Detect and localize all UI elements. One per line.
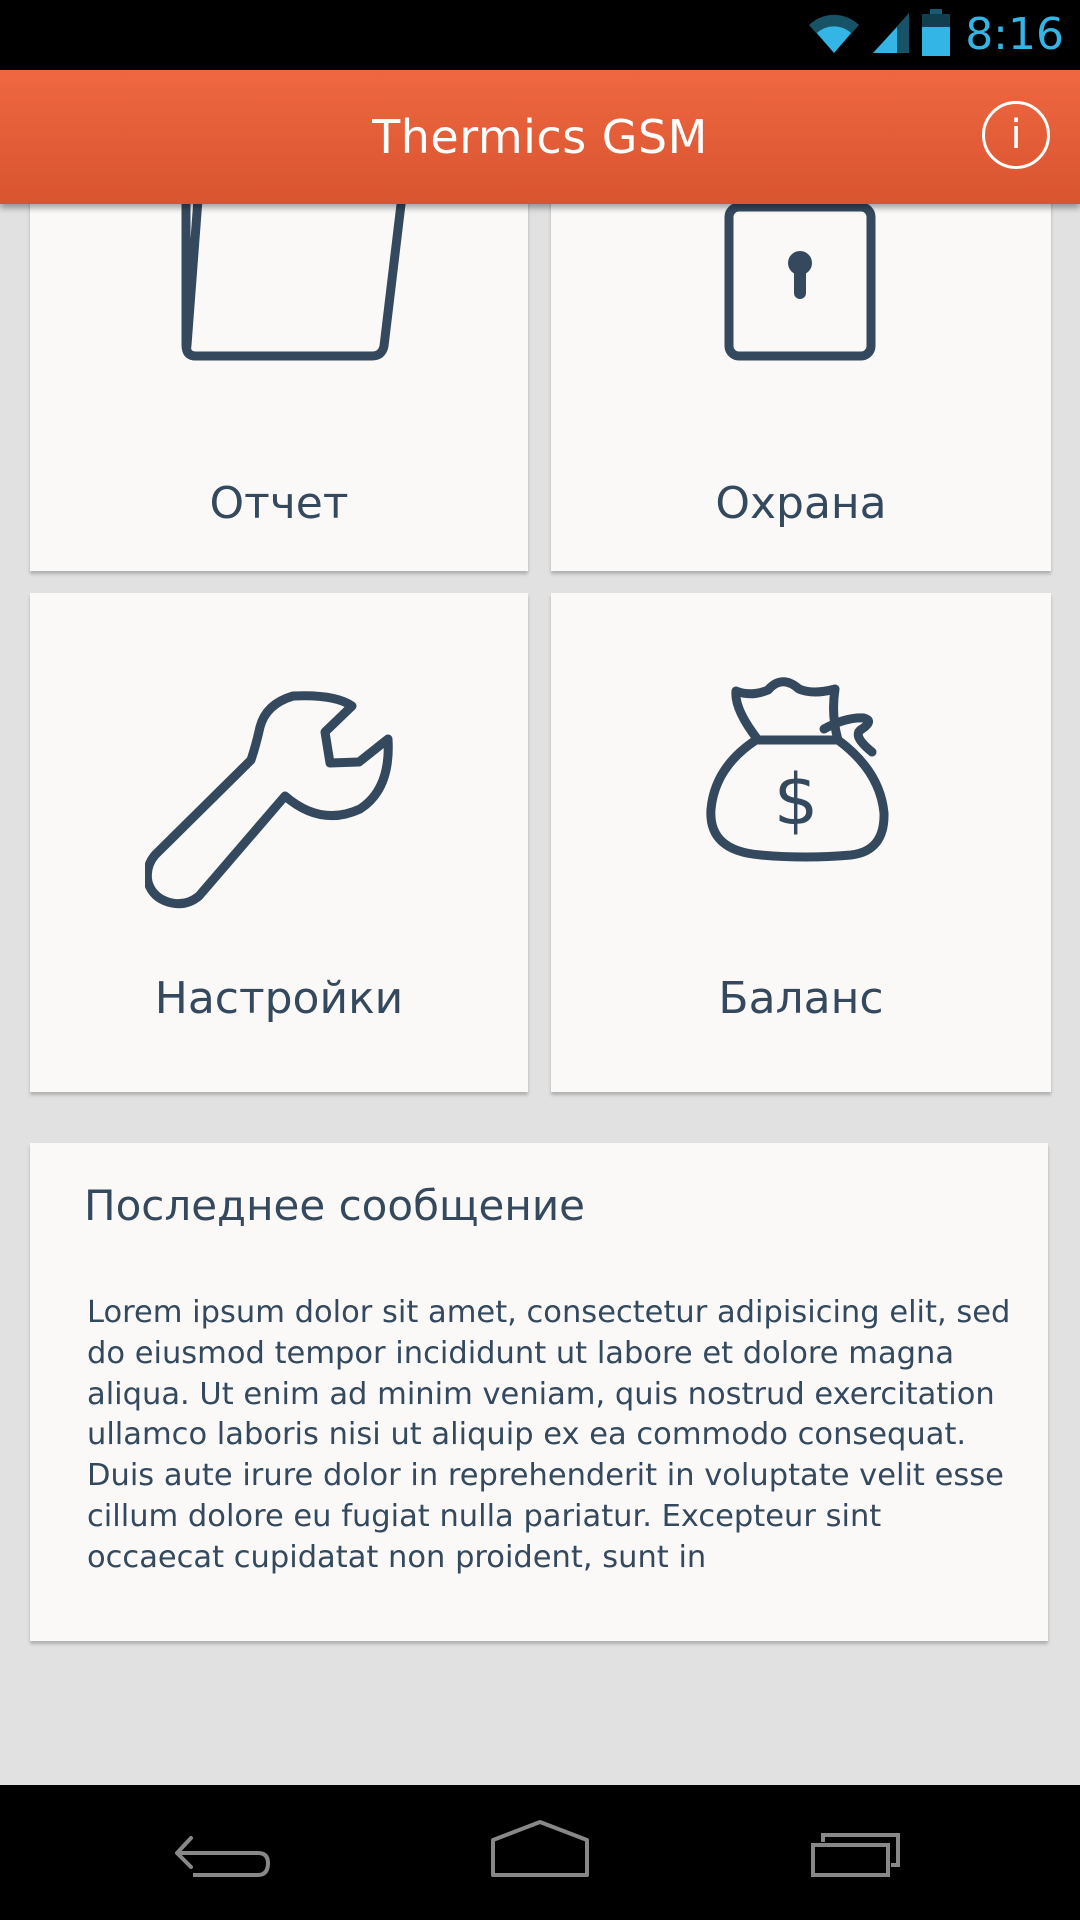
last-message-title: Последнее сообщение [84, 1181, 585, 1230]
dashboard-content[interactable]: Отчет Охрана Настройки $ Баланс Последне… [0, 70, 1080, 1785]
status-icons: 8:16 [807, 0, 1064, 70]
tile-settings[interactable]: Настройки [30, 593, 528, 1092]
last-message-card: Последнее сообщение Lorem ipsum dolor si… [30, 1143, 1048, 1641]
tile-label: Настройки [154, 973, 404, 1024]
app-title: Thermics GSM [372, 110, 708, 164]
wifi-icon [807, 11, 861, 60]
tile-label: Баланс [718, 973, 884, 1024]
navigation-bar [0, 1785, 1080, 1920]
status-bar: 8:16 [0, 0, 1080, 70]
back-button[interactable] [135, 1785, 315, 1920]
tile-label: Охрана [715, 478, 887, 529]
status-clock: 8:16 [965, 9, 1064, 60]
battery-icon [921, 8, 951, 62]
app-bar: Thermics GSM i [0, 70, 1080, 204]
tile-balance[interactable]: $ Баланс [551, 593, 1051, 1092]
info-icon: i [1010, 112, 1022, 158]
tile-label: Отчет [209, 478, 349, 529]
svg-text:$: $ [774, 759, 819, 841]
home-button[interactable] [450, 1785, 630, 1920]
recent-apps-button[interactable] [765, 1785, 945, 1920]
signal-icon [871, 11, 911, 60]
last-message-body: Lorem ipsum dolor sit amet, consectetur … [87, 1295, 1011, 1575]
info-button[interactable]: i [982, 101, 1050, 169]
